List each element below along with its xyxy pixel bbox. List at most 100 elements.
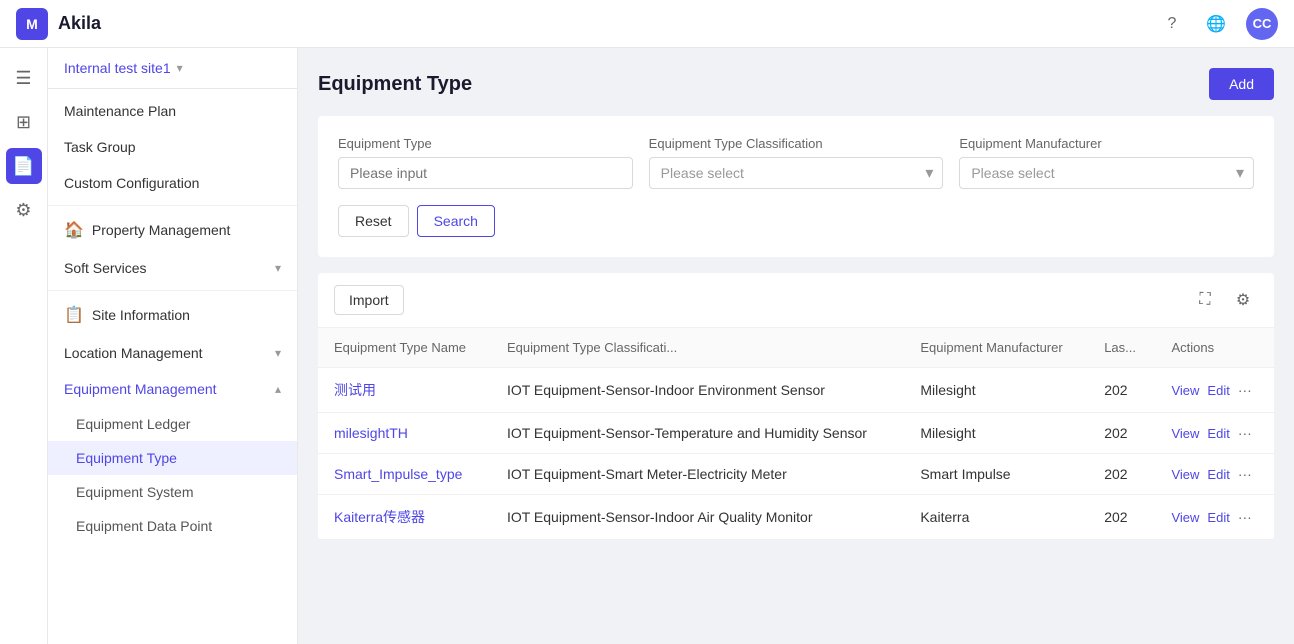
view-link[interactable]: View bbox=[1171, 426, 1199, 441]
table-body: 测试用 IOT Equipment-Sensor-Indoor Environm… bbox=[318, 368, 1274, 540]
sidebar-item-task-group[interactable]: Task Group bbox=[48, 129, 297, 165]
manufacturer-label: Equipment Manufacturer bbox=[959, 136, 1254, 151]
more-options-icon[interactable]: ··· bbox=[1238, 425, 1252, 441]
table-row: milesightTH IOT Equipment-Sensor-Tempera… bbox=[318, 413, 1274, 454]
cell-classification: IOT Equipment-Sensor-Indoor Air Quality … bbox=[491, 495, 904, 540]
cell-name: Kaiterra传感器 bbox=[318, 495, 491, 540]
cell-last: 202 bbox=[1088, 454, 1155, 495]
sidebar-icon-document[interactable]: 📄 bbox=[6, 148, 42, 184]
sidebar-item-equipment-data-point[interactable]: Equipment Data Point bbox=[48, 509, 297, 543]
table-card: Import ⛶ ⚙ Equipment Type Name Equipment… bbox=[318, 273, 1274, 540]
sidebar-item-property-management[interactable]: 🏠 Property Management bbox=[48, 210, 297, 250]
search-button[interactable]: Search bbox=[417, 205, 495, 237]
col-last: Las... bbox=[1088, 328, 1155, 368]
reset-button[interactable]: Reset bbox=[338, 205, 409, 237]
table-row: Kaiterra传感器 IOT Equipment-Sensor-Indoor … bbox=[318, 495, 1274, 540]
add-button[interactable]: Add bbox=[1209, 68, 1274, 100]
sidebar-icon-dashboard[interactable]: ⊞ bbox=[6, 104, 42, 140]
sidebar-divider-2 bbox=[48, 290, 297, 291]
cell-last: 202 bbox=[1088, 413, 1155, 454]
main-layout: ☰ ⊞ 📄 ⚙ Internal test site1 ▾ Maintenanc… bbox=[0, 48, 1294, 644]
edit-link[interactable]: Edit bbox=[1207, 426, 1229, 441]
equipment-type-table: Equipment Type Name Equipment Type Class… bbox=[318, 328, 1274, 540]
top-nav-right: ? 🌐 CC bbox=[1158, 8, 1278, 40]
page-title-text: Equipment Type bbox=[318, 73, 472, 96]
table-header-row: Equipment Type Name Equipment Type Class… bbox=[318, 328, 1274, 368]
cell-manufacturer: Kaiterra bbox=[904, 495, 1088, 540]
brand-area: M Akila bbox=[16, 8, 101, 40]
sidebar-item-location-management[interactable]: Location Management ▾ bbox=[48, 335, 297, 371]
user-avatar[interactable]: CC bbox=[1246, 8, 1278, 40]
cell-manufacturer: Milesight bbox=[904, 413, 1088, 454]
view-link[interactable]: View bbox=[1171, 467, 1199, 482]
classification-filter: Equipment Type Classification Please sel… bbox=[649, 136, 944, 189]
equipment-management-chevron: ▴ bbox=[275, 382, 281, 396]
edit-link[interactable]: Edit bbox=[1207, 510, 1229, 525]
left-sidebar: Internal test site1 ▾ Maintenance Plan T… bbox=[48, 48, 298, 644]
cell-last: 202 bbox=[1088, 368, 1155, 413]
sidebar-item-equipment-ledger[interactable]: Equipment Ledger bbox=[48, 407, 297, 441]
sidebar-icon-settings[interactable]: ⚙ bbox=[6, 192, 42, 228]
equipment-type-input[interactable] bbox=[338, 157, 633, 189]
cell-actions: View Edit ··· bbox=[1155, 368, 1274, 413]
more-options-icon[interactable]: ··· bbox=[1238, 509, 1252, 525]
cell-name: 测试用 bbox=[318, 368, 491, 413]
filter-actions: Reset Search bbox=[338, 205, 1254, 237]
col-manufacturer: Equipment Manufacturer bbox=[904, 328, 1088, 368]
cell-manufacturer: Milesight bbox=[904, 368, 1088, 413]
settings-icon[interactable]: ⚙ bbox=[1228, 285, 1258, 315]
location-chevron: ▾ bbox=[275, 346, 281, 360]
sidebar-section-main: Maintenance Plan Task Group Custom Confi… bbox=[48, 89, 297, 547]
brand-logo: M bbox=[16, 8, 48, 40]
edit-link[interactable]: Edit bbox=[1207, 383, 1229, 398]
cell-classification: IOT Equipment-Sensor-Temperature and Hum… bbox=[491, 413, 904, 454]
cell-actions: View Edit ··· bbox=[1155, 454, 1274, 495]
help-icon[interactable]: ? bbox=[1158, 10, 1186, 38]
cell-classification: IOT Equipment-Sensor-Indoor Environment … bbox=[491, 368, 904, 413]
sidebar-site-label: Internal test site1 bbox=[64, 60, 171, 76]
col-classification: Equipment Type Classificati... bbox=[491, 328, 904, 368]
manufacturer-filter: Equipment Manufacturer Please select bbox=[959, 136, 1254, 189]
more-options-icon[interactable]: ··· bbox=[1238, 466, 1252, 482]
page-header: Equipment Type Add bbox=[318, 68, 1274, 100]
filter-card: Equipment Type Equipment Type Classifica… bbox=[318, 116, 1274, 257]
col-name: Equipment Type Name bbox=[318, 328, 491, 368]
sidebar-site-header[interactable]: Internal test site1 ▾ bbox=[48, 48, 297, 89]
more-options-icon[interactable]: ··· bbox=[1238, 382, 1252, 398]
site-information-icon: 📋 bbox=[64, 305, 84, 325]
manufacturer-select-wrapper: Please select bbox=[959, 157, 1254, 189]
classification-select-wrapper: Please select bbox=[649, 157, 944, 189]
globe-icon[interactable]: 🌐 bbox=[1202, 10, 1230, 38]
view-link[interactable]: View bbox=[1171, 510, 1199, 525]
sidebar-icon-menu[interactable]: ☰ bbox=[6, 60, 42, 96]
property-management-icon: 🏠 bbox=[64, 220, 84, 240]
equipment-type-label: Equipment Type bbox=[338, 136, 633, 151]
cell-name: milesightTH bbox=[318, 413, 491, 454]
main-content: Equipment Type Add Equipment Type Equipm… bbox=[298, 48, 1294, 644]
import-button[interactable]: Import bbox=[334, 285, 404, 315]
view-link[interactable]: View bbox=[1171, 383, 1199, 398]
sidebar-item-custom-configuration[interactable]: Custom Configuration bbox=[48, 165, 297, 201]
expand-icon[interactable]: ⛶ bbox=[1190, 285, 1220, 315]
manufacturer-select[interactable]: Please select bbox=[959, 157, 1254, 189]
cell-name: Smart_Impulse_type bbox=[318, 454, 491, 495]
sidebar-item-equipment-system[interactable]: Equipment System bbox=[48, 475, 297, 509]
sidebar-item-site-information[interactable]: 📋 Site Information bbox=[48, 295, 297, 335]
filter-row: Equipment Type Equipment Type Classifica… bbox=[338, 136, 1254, 189]
sidebar-item-soft-services[interactable]: Soft Services ▾ bbox=[48, 250, 297, 286]
table-toolbar: Import ⛶ ⚙ bbox=[318, 273, 1274, 328]
equipment-type-filter: Equipment Type bbox=[338, 136, 633, 189]
site-dropdown-icon: ▾ bbox=[177, 61, 183, 75]
table-row: 测试用 IOT Equipment-Sensor-Indoor Environm… bbox=[318, 368, 1274, 413]
icon-sidebar: ☰ ⊞ 📄 ⚙ bbox=[0, 48, 48, 644]
top-navigation: M Akila ? 🌐 CC bbox=[0, 0, 1294, 48]
edit-link[interactable]: Edit bbox=[1207, 467, 1229, 482]
sidebar-item-maintenance-plan[interactable]: Maintenance Plan bbox=[48, 93, 297, 129]
cell-manufacturer: Smart Impulse bbox=[904, 454, 1088, 495]
classification-select[interactable]: Please select bbox=[649, 157, 944, 189]
cell-last: 202 bbox=[1088, 495, 1155, 540]
sidebar-divider-1 bbox=[48, 205, 297, 206]
cell-actions: View Edit ··· bbox=[1155, 495, 1274, 540]
sidebar-item-equipment-management[interactable]: Equipment Management ▴ bbox=[48, 371, 297, 407]
sidebar-item-equipment-type[interactable]: Equipment Type bbox=[48, 441, 297, 475]
